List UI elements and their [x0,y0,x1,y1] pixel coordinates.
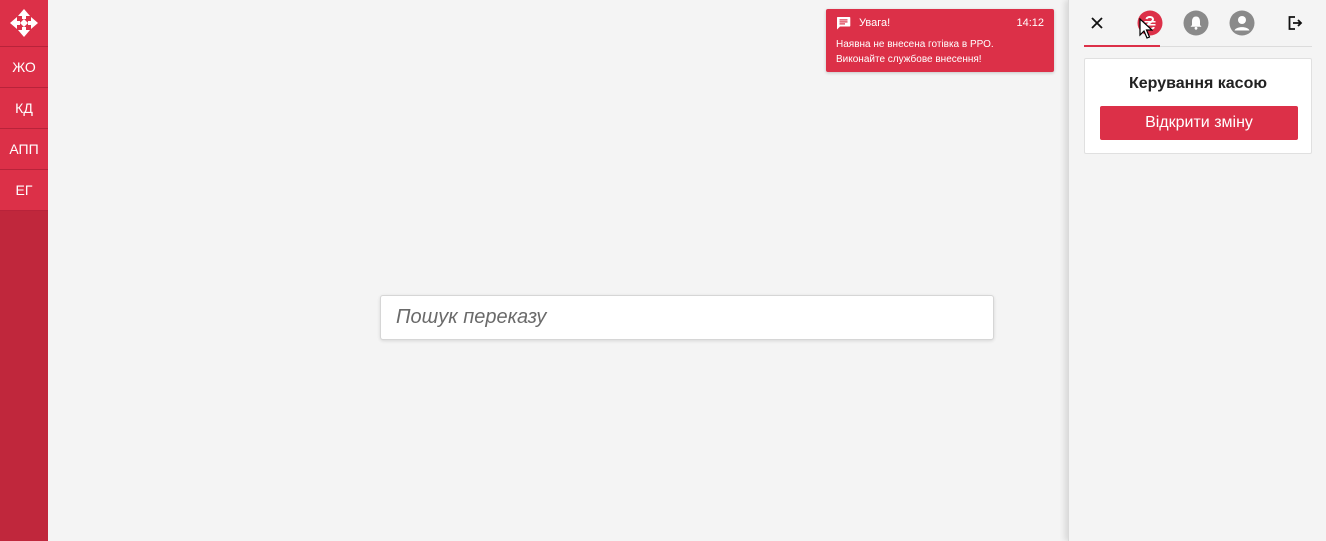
notification-message: Наявна не внесена готівка в РРО. Виконай… [836,37,1044,67]
side-panel: Керування касою Відкрити зміну [1068,0,1326,541]
notification-time: 14:12 [1016,16,1044,29]
sidebar-item-label: КД [15,100,33,116]
search-input[interactable] [381,296,993,339]
search-box [380,295,994,340]
close-icon[interactable] [1084,10,1110,36]
user-icon[interactable] [1229,10,1255,36]
bell-icon[interactable] [1183,10,1209,36]
sidebar-item-label: ЕГ [15,182,33,198]
sidebar-item-label: АПП [9,141,39,157]
sidebar-item-eg[interactable]: ЕГ [0,170,48,211]
notification-line: Наявна не внесена готівка в РРО. [836,39,994,50]
chat-icon [836,16,851,30]
notification-line: Виконайте службове внесення! [836,54,982,65]
notification-title: Увага! [859,16,891,29]
cash-management-card: Керування касою Відкрити зміну [1084,58,1312,154]
logo-icon[interactable] [0,0,48,47]
sidebar-item-app[interactable]: АПП [0,129,48,170]
notification-toast[interactable]: Увага! 14:12 Наявна не внесена готівка в… [826,9,1054,72]
logout-icon[interactable] [1282,10,1308,36]
hryvnia-icon[interactable] [1137,10,1163,36]
sidebar-item-label: ЖО [12,59,36,75]
active-tab-indicator [1084,45,1160,47]
card-title: Керування касою [1129,75,1267,92]
sidebar-item-zho[interactable]: ЖО [0,47,48,88]
open-shift-button[interactable]: Відкрити зміну [1100,106,1298,140]
sidebar: ЖО КД АПП ЕГ [0,0,48,541]
sidebar-item-kd[interactable]: КД [0,88,48,129]
panel-toolbar [1084,0,1312,47]
